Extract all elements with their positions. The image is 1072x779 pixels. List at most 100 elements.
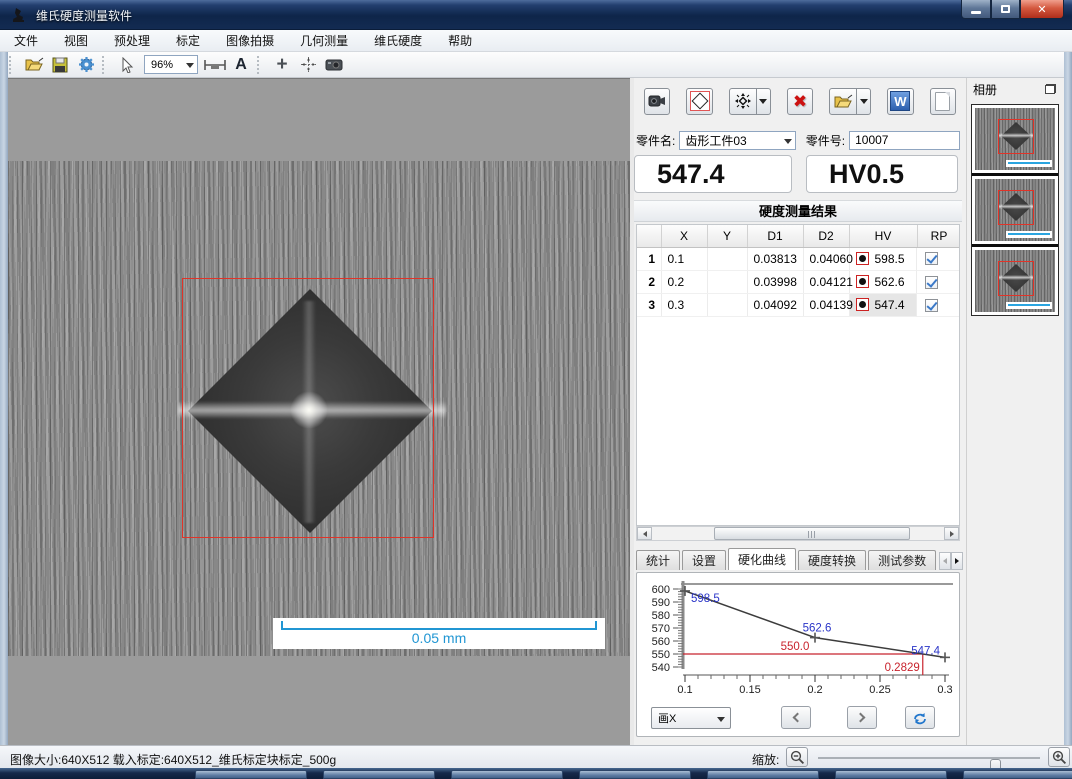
prev-point-button[interactable]: [781, 706, 811, 729]
tab-0[interactable]: 统计: [636, 550, 680, 570]
album-thumbnail-2[interactable]: [972, 247, 1058, 315]
taskbar-button-6[interactable]: [963, 770, 1072, 779]
menu-item-5[interactable]: 几何测量: [300, 32, 348, 49]
table-cell[interactable]: [707, 271, 747, 294]
detect-indentation-button[interactable]: [686, 88, 712, 115]
taskbar-button-4[interactable]: [707, 770, 819, 779]
cursor-tool-button[interactable]: [116, 54, 138, 76]
move-tool-dropdown[interactable]: [757, 88, 771, 115]
maximize-button[interactable]: [991, 0, 1020, 19]
table-cell[interactable]: 0.03998: [747, 271, 803, 294]
zoom-slider-track[interactable]: [818, 757, 1040, 759]
table-cell[interactable]: [707, 294, 747, 317]
taskbar-button-2[interactable]: [451, 770, 563, 779]
refresh-chart-button[interactable]: [905, 706, 935, 729]
microscope-image[interactable]: 0.05 mm: [8, 161, 630, 656]
center-tool-button[interactable]: [297, 54, 319, 76]
table-cell[interactable]: 0.04121: [803, 271, 849, 294]
album-thumbnail-1[interactable]: [972, 176, 1058, 244]
taskbar-button-1[interactable]: [323, 770, 435, 779]
table-cell[interactable]: 0.04139: [803, 294, 849, 317]
rp-checkbox[interactable]: [925, 299, 938, 312]
export-word-button[interactable]: W: [887, 88, 913, 115]
save-button[interactable]: [49, 54, 71, 76]
table-row[interactable]: 10.10.038130.04060598.5: [637, 247, 960, 271]
tab-3[interactable]: 硬度转换: [798, 550, 866, 570]
zoom-in-button[interactable]: [1048, 747, 1070, 767]
axis-select[interactable]: 画X: [651, 707, 731, 729]
open-image-button[interactable]: [829, 88, 857, 115]
detection-box[interactable]: [182, 278, 434, 538]
scrollbar-track[interactable]: [652, 527, 944, 540]
windows-taskbar[interactable]: [0, 768, 1072, 779]
taskbar-button-3[interactable]: [579, 770, 691, 779]
column-header[interactable]: D2: [803, 225, 849, 247]
taskbar-button-0[interactable]: [195, 770, 307, 779]
tab-scroll-right-button[interactable]: [951, 552, 963, 570]
live-video-button[interactable]: [644, 88, 670, 115]
measure-tool-button[interactable]: [204, 54, 226, 76]
float-panel-icon[interactable]: [1045, 84, 1056, 94]
table-row[interactable]: 20.2 0.039980.04121562.6: [637, 271, 960, 294]
table-cell[interactable]: 3: [637, 294, 661, 317]
open-file-button[interactable]: [23, 54, 45, 76]
table-cell[interactable]: 0.04092: [747, 294, 803, 317]
table-cell[interactable]: 0.04060: [803, 247, 849, 271]
tab-scroll-left-button[interactable]: [939, 552, 951, 570]
table-cell[interactable]: 0.1: [661, 247, 707, 271]
menu-item-6[interactable]: 维氏硬度: [374, 32, 422, 49]
menu-item-4[interactable]: 图像拍摄: [226, 32, 274, 49]
table-cell[interactable]: 0.3: [661, 294, 707, 317]
rp-checkbox[interactable]: [925, 252, 938, 265]
table-cell[interactable]: 2: [637, 271, 661, 294]
menu-item-7[interactable]: 帮助: [448, 32, 472, 49]
menu-item-2[interactable]: 预处理: [114, 32, 150, 49]
album-thumbnail-0[interactable]: [972, 105, 1058, 173]
part-name-select[interactable]: 齿形工件03: [679, 131, 795, 150]
part-no-input[interactable]: 10007: [849, 131, 960, 150]
rp-cell[interactable]: [917, 271, 960, 294]
crosshair-tool-button[interactable]: +: [271, 54, 293, 76]
open-image-dropdown[interactable]: [857, 88, 871, 115]
scrollbar-thumb[interactable]: [714, 527, 910, 540]
hv-cell[interactable]: 547.4: [850, 294, 918, 317]
scroll-left-button[interactable]: [637, 527, 652, 540]
column-header[interactable]: [637, 225, 661, 247]
close-button[interactable]: ✕: [1020, 0, 1064, 19]
column-header[interactable]: Y: [707, 225, 747, 247]
tab-1[interactable]: 设置: [682, 550, 726, 570]
tab-2[interactable]: 硬化曲线: [728, 548, 796, 570]
next-point-button[interactable]: [847, 706, 877, 729]
delete-button[interactable]: ✖: [787, 88, 813, 115]
minimize-button[interactable]: [961, 0, 991, 19]
hv-cell[interactable]: 598.5: [850, 248, 918, 271]
table-cell[interactable]: 0.2: [661, 271, 707, 294]
column-header[interactable]: X: [661, 225, 707, 247]
zoom-level-select[interactable]: 96%: [144, 55, 198, 74]
column-header[interactable]: HV: [849, 225, 917, 247]
new-report-button[interactable]: [930, 88, 956, 115]
settings-button[interactable]: [75, 54, 97, 76]
table-horizontal-scrollbar[interactable]: [636, 526, 960, 541]
table-cell[interactable]: 0.03813: [747, 247, 803, 271]
menu-item-0[interactable]: 文件: [14, 32, 38, 49]
tab-4[interactable]: 测试参数: [868, 550, 936, 570]
rp-cell[interactable]: [917, 294, 960, 317]
titlebar[interactable]: 维氏硬度测量软件 ✕: [0, 0, 1072, 30]
rp-cell[interactable]: [917, 247, 960, 271]
column-header[interactable]: D1: [747, 225, 803, 247]
menu-item-3[interactable]: 标定: [176, 32, 200, 49]
scroll-right-button[interactable]: [944, 527, 959, 540]
taskbar-button-5[interactable]: [835, 770, 947, 779]
move-tool-button[interactable]: [729, 88, 757, 115]
column-header[interactable]: RP: [917, 225, 960, 247]
rp-checkbox[interactable]: [925, 276, 938, 289]
table-row[interactable]: 30.3 0.040920.04139547.4: [637, 294, 960, 317]
zoom-out-button[interactable]: [786, 747, 808, 767]
table-cell[interactable]: [707, 247, 747, 271]
hv-cell[interactable]: 562.6: [850, 271, 918, 294]
results-table[interactable]: XYD1D2HVRP 10.10.038130.04060598.520.20.…: [636, 224, 960, 526]
text-tool-button[interactable]: A: [230, 54, 252, 76]
image-canvas[interactable]: 0.05 mm: [8, 78, 630, 745]
capture-button[interactable]: [323, 54, 345, 76]
